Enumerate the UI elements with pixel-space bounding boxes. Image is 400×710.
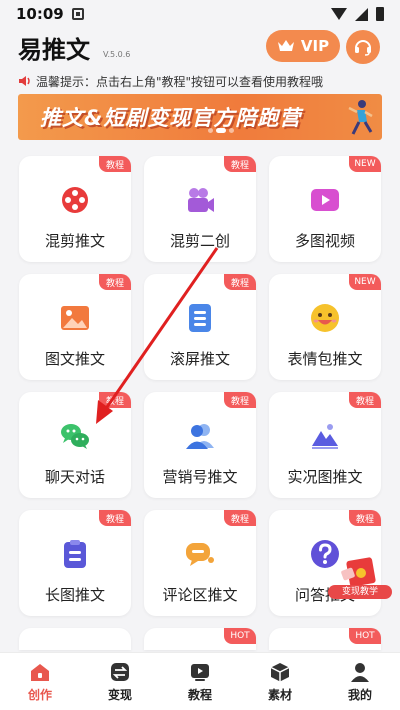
tile-label: 评论区推文 (162, 586, 238, 604)
banner-pagination (208, 128, 234, 133)
nav-label: 教程 (187, 688, 212, 702)
user-icon (351, 663, 369, 682)
film-reel-icon (62, 187, 88, 213)
status-time: 10:09 (16, 5, 64, 23)
tile-badge: 教程 (99, 510, 131, 526)
nav-item-materials[interactable]: 素材 (250, 661, 310, 703)
cube-icon (270, 663, 290, 682)
tile-label: 多图视频 (294, 232, 355, 250)
tile-long-image-text[interactable]: 教程 长图推文 (19, 510, 131, 616)
vip-label: VIP (300, 37, 330, 55)
floating-button-label: 变现教学 (328, 585, 392, 599)
tile-label: 混剪二创 (169, 232, 230, 250)
tile-badge: 教程 (349, 392, 381, 408)
tile-partial[interactable] (19, 628, 131, 650)
tile-image-text[interactable]: 教程 图文推文 (19, 274, 131, 380)
speaker-icon (19, 76, 30, 86)
tile-mixed-cut[interactable]: 教程 混剪推文 (19, 156, 131, 262)
banner-text: 推文&短剧变现官方陪跑营 (40, 106, 302, 130)
nav-label: 创作 (27, 688, 52, 702)
running-person-icon (348, 100, 373, 135)
exchange-icon (111, 663, 129, 681)
tile-label: 滚屏推文 (169, 350, 230, 368)
tile-emoji-text[interactable]: NEW 表情包推文 (269, 274, 381, 380)
crown-icon (277, 40, 294, 51)
tile-badge: HOT (224, 628, 256, 644)
battery-icon (376, 7, 384, 21)
tile-partial[interactable]: HOT (144, 628, 256, 650)
status-bar: 10:09 (0, 0, 400, 28)
banner-dot (229, 128, 234, 133)
header: 易推文 V.5.0.6 VIP (0, 28, 400, 68)
app-version: V.5.0.6 (103, 50, 131, 59)
bottom-nav: 创作 变现 教程 素材 我的 (0, 652, 400, 710)
tile-label: 图文推文 (44, 350, 105, 368)
app-notification-icon (71, 8, 84, 20)
banner-dot-active (216, 128, 226, 133)
video-camera-icon (188, 188, 214, 212)
signal-icon (355, 7, 368, 21)
nav-label: 我的 (347, 688, 372, 702)
nav-label: 素材 (267, 688, 292, 702)
nav-label: 变现 (107, 688, 132, 702)
image-icon (61, 306, 89, 330)
notice-text: 温馨提示：点击右上角"教程"按钮可以查看使用教程哦 (36, 74, 324, 89)
tile-badge: NEW (349, 274, 381, 290)
mountain-photo-icon (312, 424, 338, 449)
tile-label: 长图推文 (44, 586, 105, 604)
tile-label: 营销号推文 (162, 468, 238, 486)
tile-multi-image-video[interactable]: NEW 多图视频 (269, 156, 381, 262)
tile-label: 混剪推文 (44, 232, 105, 250)
wifi-icon (331, 8, 347, 20)
headset-icon (355, 40, 371, 56)
tile-partial[interactable]: HOT (269, 628, 381, 650)
notice-bar: 温馨提示：点击右上角"教程"按钮可以查看使用教程哦 (18, 72, 388, 90)
customer-service-button[interactable] (346, 30, 380, 64)
tile-live-photo-text[interactable]: 教程 实况图推文 (269, 392, 381, 498)
status-icons (331, 7, 384, 21)
tile-label: 聊天对话 (44, 468, 105, 486)
nav-item-tutorial[interactable]: 教程 (170, 661, 230, 703)
app-title: 易推文 (18, 36, 90, 64)
tile-badge: 教程 (99, 274, 131, 290)
tile-badge: 教程 (224, 156, 256, 172)
emoji-face-icon (311, 304, 339, 332)
tile-badge: 教程 (99, 392, 131, 408)
tile-badge: 教程 (224, 510, 256, 526)
contacts-icon (186, 424, 214, 449)
red-envelope-icon (341, 557, 376, 587)
nav-item-create[interactable]: 创作 (10, 661, 70, 703)
tile-label: 实况图推文 (287, 468, 363, 486)
tile-chat-dialogue[interactable]: 教程 聊天对话 (19, 392, 131, 498)
tile-badge: NEW (349, 156, 381, 172)
feature-grid: 教程 混剪推文 教程 混剪二创 NEW 多图视频 教程 图文推文 教程 滚屏推文… (19, 156, 381, 616)
tile-scroll-text[interactable]: 教程 滚屏推文 (144, 274, 256, 380)
tile-label: 表情包推文 (287, 350, 363, 368)
video-tutorial-icon (191, 664, 209, 681)
nav-item-monetize[interactable]: 变现 (90, 661, 150, 703)
vip-button[interactable]: VIP (266, 30, 340, 62)
tile-badge: 教程 (349, 510, 381, 526)
document-list-icon (189, 304, 211, 332)
tile-badge: HOT (349, 628, 381, 644)
tile-badge: 教程 (99, 156, 131, 172)
tile-comment-text[interactable]: 教程 评论区推文 (144, 510, 256, 616)
tile-mixed-recreate[interactable]: 教程 混剪二创 (144, 156, 256, 262)
clipboard-icon (64, 540, 86, 568)
nav-item-profile[interactable]: 我的 (330, 661, 390, 703)
floating-monetize-button[interactable]: 变现教学 (328, 555, 392, 605)
tile-badge: 教程 (224, 274, 256, 290)
play-video-icon (311, 189, 339, 211)
wechat-icon (61, 424, 89, 449)
promo-banner[interactable]: 推文&短剧变现官方陪跑营 (18, 94, 382, 140)
partial-tile-row: HOT HOT (19, 628, 381, 650)
tile-marketing-text[interactable]: 教程 营销号推文 (144, 392, 256, 498)
home-icon (31, 664, 49, 681)
banner-dot (208, 128, 213, 133)
tile-badge: 教程 (224, 392, 256, 408)
comment-bubble-icon (186, 543, 214, 566)
